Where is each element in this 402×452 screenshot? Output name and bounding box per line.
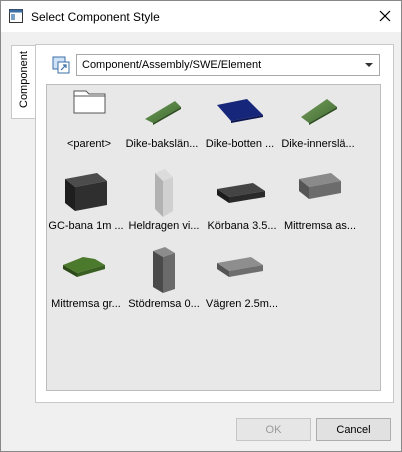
dark-slab-icon (217, 183, 265, 203)
gallery-item-heldragen[interactable]: Heldragen vi... (125, 167, 203, 241)
window-icon (9, 9, 23, 23)
green-island-icon (63, 257, 105, 277)
light-wall-icon (155, 169, 173, 217)
gallery-item-vagren[interactable]: Vägren 2.5m... (203, 245, 281, 319)
gallery-item-dike-bakslant[interactable]: Dike-bakslän... (123, 85, 201, 159)
gallery-item-dike-innerslant[interactable]: Dike-innerslä... (279, 85, 357, 159)
navigate-path-icon[interactable] (52, 56, 70, 74)
window-title: Select Component Style (31, 10, 160, 24)
close-button[interactable] (372, 4, 398, 28)
gallery-item-label: GC-bana 1m ... (48, 220, 124, 232)
gallery-item-label: Körbana 3.5... (207, 220, 277, 232)
gallery-item-stodremsa[interactable]: Stödremsa 0... (125, 245, 203, 319)
gallery-item-parent[interactable]: <parent> (50, 85, 128, 159)
gray-slab-icon (217, 257, 263, 277)
title-bar: Select Component Style (1, 1, 401, 32)
gallery-item-label: Stödremsa 0... (128, 298, 200, 310)
gray-slab-icon (299, 173, 341, 199)
gallery-item-label: Heldragen vi... (128, 220, 200, 232)
green-slope-icon (301, 99, 337, 125)
cancel-button[interactable]: Cancel (316, 418, 391, 441)
gallery-item-dike-botten[interactable]: Dike-botten ... (201, 85, 279, 159)
close-icon (379, 10, 391, 22)
gallery-item-korbana[interactable]: Körbana 3.5... (203, 167, 281, 241)
tab-component[interactable]: Component (11, 45, 36, 119)
dark-block-icon (65, 173, 107, 211)
gallery-item-label: Dike-innerslä... (281, 138, 355, 150)
gray-pillar-icon (153, 247, 175, 293)
gallery-item-label: Dike-botten ... (205, 138, 275, 150)
gallery-item-label: Dike-bakslän... (125, 138, 199, 150)
path-combobox-value: Component/Assembly/SWE/Element (82, 59, 262, 71)
chevron-down-icon (365, 63, 373, 67)
path-combobox[interactable]: Component/Assembly/SWE/Element (76, 54, 380, 76)
style-gallery[interactable]: <parent> Dike-bakslän... Dike-botten ... (46, 84, 381, 391)
ok-button[interactable]: OK (236, 418, 311, 441)
gallery-item-mittremsa-gr[interactable]: Mittremsa gr... (47, 245, 125, 319)
gallery-item-mittremsa-as[interactable]: Mittremsa as... (281, 167, 359, 241)
select-component-style-dialog: Select Component Style Component Compone… (0, 0, 402, 452)
blue-plane-icon (217, 99, 263, 123)
tab-component-label: Component (18, 51, 30, 108)
gallery-item-label: Mittremsa as... (283, 220, 357, 232)
gallery-item-label: Mittremsa gr... (51, 298, 121, 310)
gallery-item-label: Vägren 2.5m... (205, 298, 279, 310)
gallery-item-gc-bana[interactable]: GC-bana 1m ... (47, 167, 125, 241)
folder-icon (73, 90, 106, 114)
gallery-item-label: <parent> (66, 138, 112, 150)
green-slope-icon (145, 101, 181, 125)
